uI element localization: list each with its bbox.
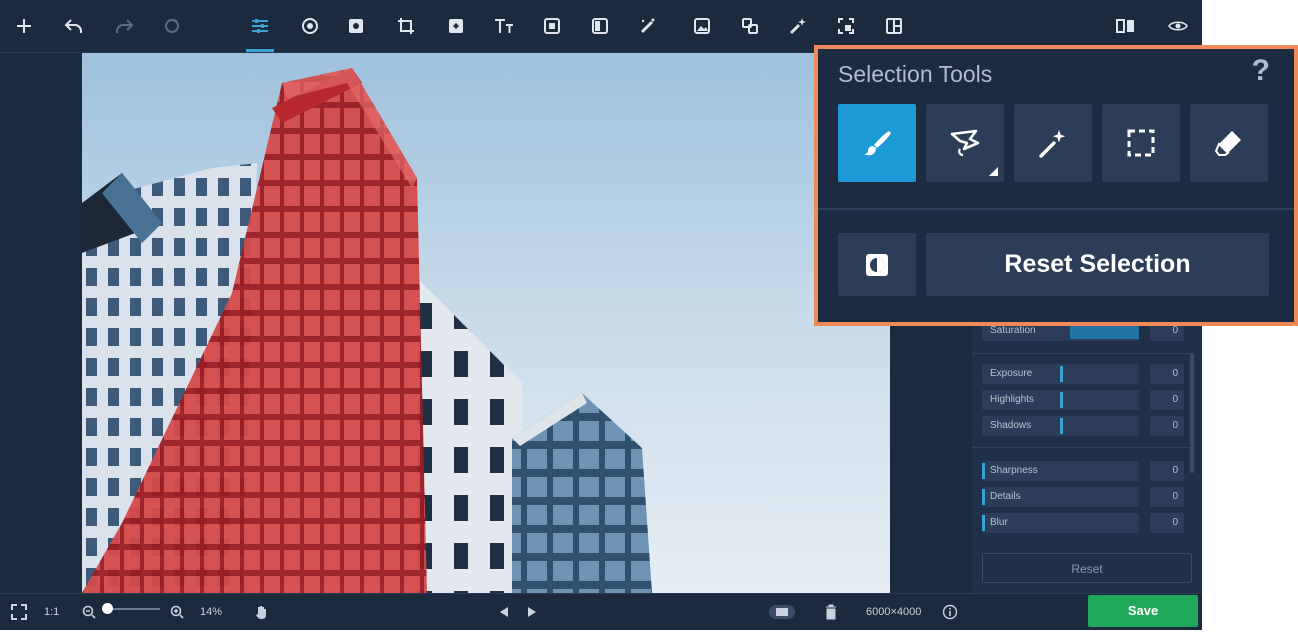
frame-icon[interactable] [536,10,568,42]
gradient-icon[interactable] [584,10,616,42]
preview-eye-icon[interactable] [1162,10,1194,42]
zoom-percent: 14% [200,606,223,618]
add-icon[interactable] [8,10,40,42]
invert-selection-button[interactable] [838,233,916,296]
slider-handle[interactable] [1060,392,1063,408]
slider-value[interactable]: 0 [1150,390,1184,410]
image-icon[interactable] [686,10,718,42]
selection-icon[interactable] [830,10,862,42]
eraser-icon [1214,131,1241,156]
slider-label: Sharpness [990,465,1038,476]
magic-wand-icon[interactable] [782,10,814,42]
slider-handle[interactable] [982,515,985,531]
left-margin [0,53,82,593]
submenu-indicator [989,167,998,176]
undo-icon[interactable] [58,10,90,42]
zoom-out-icon[interactable] [82,600,96,624]
slider-label: Highlights [990,394,1034,405]
rectangle-selection-icon [1127,129,1155,157]
reset-button[interactable]: Reset [982,553,1192,583]
slider-label: Exposure [990,368,1033,379]
rotate-icon[interactable] [156,10,188,42]
slider-label: Blur [990,517,1008,528]
hand-tool-icon[interactable] [255,600,269,624]
slider-label: Details [990,491,1021,502]
lasso-icon [950,129,980,157]
slider-handle[interactable] [982,463,985,479]
delete-icon[interactable] [825,600,837,624]
actual-size-button[interactable]: 1:1 [44,600,59,624]
save-button[interactable]: Save [1088,595,1198,627]
info-icon[interactable] [942,600,958,624]
redo-icon[interactable] [108,10,140,42]
slider-value[interactable]: 0 [1150,461,1184,481]
highlights-slider[interactable]: Highlights 0 [982,390,1184,410]
slider-label: Saturation [990,325,1036,336]
selection-tools-panel: Selection Tools ? Reset Selection [814,45,1298,326]
invert-icon [866,253,888,276]
exposure-slider[interactable]: Exposure 0 [982,364,1184,384]
divider [818,208,1294,210]
adjust-icon[interactable] [244,10,276,52]
mask-icon[interactable] [440,10,472,42]
shadows-slider[interactable]: Shadows 0 [982,416,1184,436]
slider-value[interactable]: 0 [1150,364,1184,384]
filters-icon[interactable] [294,10,326,42]
divider [972,353,1192,354]
slideshow-icon[interactable] [768,600,796,624]
rectangle-selection-tool-button[interactable] [1102,104,1180,182]
crop-icon[interactable] [390,10,422,42]
zoom-slider-track[interactable] [106,608,160,610]
reset-selection-button[interactable]: Reset Selection [926,233,1269,296]
slider-value[interactable]: 0 [1150,416,1184,436]
text-icon[interactable] [488,10,520,42]
magic-wand-tool-button[interactable] [1014,104,1092,182]
slider-value[interactable]: 0 [1150,513,1184,533]
brush-tool-button[interactable] [838,104,916,182]
fit-screen-icon[interactable] [10,600,28,624]
blur-slider[interactable]: Blur 0 [982,513,1184,533]
clone-icon[interactable] [734,10,766,42]
split-icon[interactable] [878,10,910,42]
help-button[interactable]: ? [1252,54,1270,88]
retouch-icon[interactable] [632,10,664,42]
magic-wand-icon [1039,130,1066,158]
previous-image-icon[interactable] [498,600,510,624]
panel-scrollbar[interactable] [1190,353,1194,473]
zoom-slider-handle[interactable] [102,603,113,614]
divider [972,447,1192,448]
compare-icon[interactable] [1110,10,1142,42]
slider-label: Shadows [990,420,1032,431]
slider-handle[interactable] [1060,418,1063,434]
next-image-icon[interactable] [526,600,538,624]
bottom-toolbar: 1:1 14% 6000×4000 [0,593,1202,630]
slider-handle[interactable] [982,489,985,505]
brush-icon [864,131,891,156]
details-slider[interactable]: Details 0 [982,487,1184,507]
lasso-tool-button[interactable] [926,104,1004,182]
zoom-in-icon[interactable] [170,600,184,624]
sharpness-slider[interactable]: Sharpness 0 [982,461,1184,481]
eraser-tool-button[interactable] [1190,104,1268,182]
photo-canvas[interactable] [82,53,890,593]
panel-title: Selection Tools [838,61,993,87]
slider-handle[interactable] [1060,366,1063,382]
enhance-icon[interactable] [340,10,372,42]
image-size: 6000×4000 [866,606,922,618]
slider-value[interactable]: 0 [1150,487,1184,507]
